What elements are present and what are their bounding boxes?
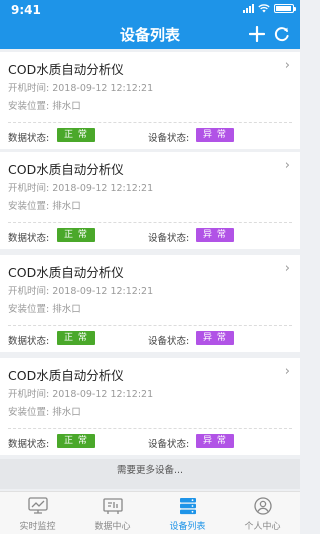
boot-time: 开机时间: 2018-09-12 12:12:21 xyxy=(8,83,154,94)
device-card[interactable]: COD水质自动分析仪 › 开机时间: 2018-09-12 12:12:21 安… xyxy=(0,52,300,149)
device-status-badge: 异 常 xyxy=(196,128,234,142)
battery-icon xyxy=(274,4,296,13)
refresh-button[interactable] xyxy=(272,24,292,44)
chevron-right-icon: › xyxy=(284,261,290,276)
data-status-badge: 正 常 xyxy=(57,331,95,345)
boot-time: 开机时间: 2018-09-12 12:12:21 xyxy=(8,286,154,297)
bottom-tab-bar: 实时监控 数据中心 设备列表 个人中心 xyxy=(0,491,300,534)
device-status-label: 设备状态: xyxy=(148,133,190,144)
data-status-badge: 正 常 xyxy=(57,434,95,448)
install-location: 安装位置: 排水口 xyxy=(8,407,81,418)
load-more-button[interactable]: 需要更多设备... xyxy=(0,459,300,489)
boot-time: 开机时间: 2018-09-12 12:12:21 xyxy=(8,389,154,400)
device-status-badge: 异 常 xyxy=(196,331,234,345)
device-name: COD水质自动分析仪 xyxy=(8,162,124,177)
device-name: COD水质自动分析仪 xyxy=(8,368,124,383)
install-location: 安装位置: 排水口 xyxy=(8,101,81,112)
tab-label: 实时监控 xyxy=(19,522,56,532)
device-status-label: 设备状态: xyxy=(148,233,190,244)
chevron-right-icon: › xyxy=(284,158,290,173)
boot-time: 开机时间: 2018-09-12 12:12:21 xyxy=(8,183,154,194)
divider xyxy=(8,222,292,223)
status-icons xyxy=(243,4,296,13)
install-location: 安装位置: 排水口 xyxy=(8,201,81,212)
tab-personal-center[interactable]: 个人中心 xyxy=(225,492,300,534)
tab-device-list[interactable]: 设备列表 xyxy=(150,492,225,534)
tab-label: 个人中心 xyxy=(244,522,281,532)
divider xyxy=(8,122,292,123)
data-status-badge: 正 常 xyxy=(57,128,95,142)
refresh-icon xyxy=(274,27,289,42)
device-status-label: 设备状态: xyxy=(148,439,190,450)
add-device-button[interactable] xyxy=(247,24,267,44)
person-icon xyxy=(253,497,272,515)
divider xyxy=(8,428,292,429)
server-list-icon xyxy=(179,498,196,515)
status-time: 9:41 xyxy=(11,3,41,17)
cellular-signal-icon xyxy=(243,4,254,13)
device-status-label: 设备状态: xyxy=(148,336,190,347)
device-card[interactable]: COD水质自动分析仪 › 开机时间: 2018-09-12 12:12:21 安… xyxy=(0,358,300,455)
tab-label: 设备列表 xyxy=(169,522,206,532)
wifi-icon xyxy=(258,4,270,13)
tab-label: 数据中心 xyxy=(94,522,131,532)
data-status-label: 数据状态: xyxy=(8,233,50,244)
device-name: COD水质自动分析仪 xyxy=(8,265,124,280)
divider xyxy=(8,325,292,326)
data-status-label: 数据状态: xyxy=(8,133,50,144)
plus-icon xyxy=(249,26,265,42)
device-status-badge: 异 常 xyxy=(196,228,234,242)
data-center-icon xyxy=(102,498,123,514)
tab-realtime-monitor[interactable]: 实时监控 xyxy=(0,492,75,534)
data-status-label: 数据状态: xyxy=(8,336,50,347)
monitor-chart-icon xyxy=(27,497,48,514)
device-card[interactable]: COD水质自动分析仪 › 开机时间: 2018-09-12 12:12:21 安… xyxy=(0,152,300,249)
data-status-label: 数据状态: xyxy=(8,439,50,450)
device-status-badge: 异 常 xyxy=(196,434,234,448)
tab-data-center[interactable]: 数据中心 xyxy=(75,492,150,534)
chevron-right-icon: › xyxy=(284,58,290,73)
device-card[interactable]: COD水质自动分析仪 › 开机时间: 2018-09-12 12:12:21 安… xyxy=(0,255,300,352)
install-location: 安装位置: 排水口 xyxy=(8,304,81,315)
chevron-right-icon: › xyxy=(284,364,290,379)
data-status-badge: 正 常 xyxy=(57,228,95,242)
device-name: COD水质自动分析仪 xyxy=(8,62,124,77)
app-header: 9:41 设备列表 xyxy=(0,0,300,49)
status-bar: 9:41 xyxy=(0,0,300,20)
